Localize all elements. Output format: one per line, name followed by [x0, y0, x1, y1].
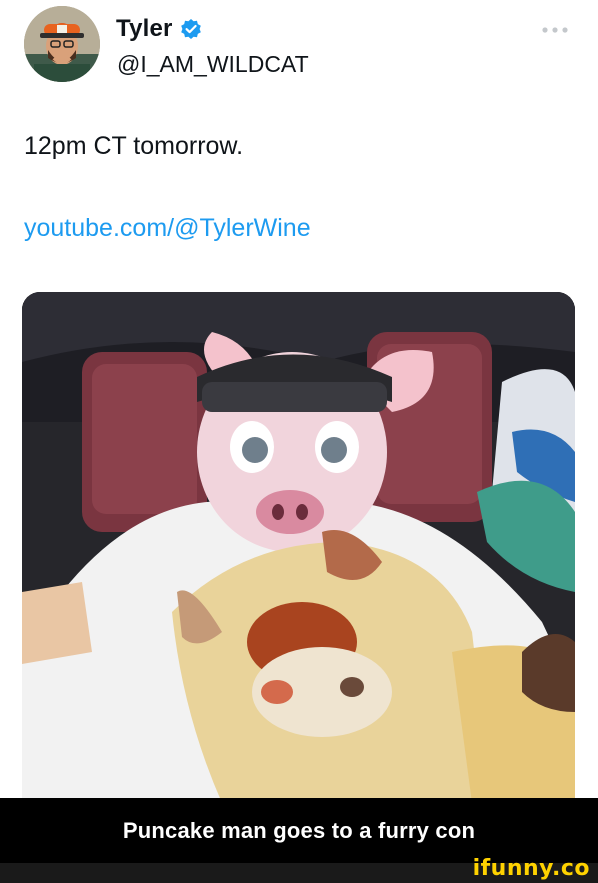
verified-badge-icon	[180, 18, 202, 40]
ifunny-watermark: ifunny.co	[472, 856, 590, 881]
meme-caption-bar: Puncake man goes to a furry con	[0, 798, 598, 863]
user-handle[interactable]: @I_AM_WILDCAT	[117, 51, 309, 78]
furry-costume-photo	[22, 292, 575, 803]
tweet-text: 12pm CT tomorrow.	[24, 132, 244, 160]
tweet-media-photo[interactable]	[22, 292, 575, 803]
tweet-link[interactable]: youtube.com/@TylerWine	[24, 214, 311, 243]
name-row: Tyler	[116, 14, 202, 44]
meme-page: Tyler @I_AM_WILDCAT 12pm CT tomorrow. yo…	[0, 0, 598, 883]
more-options-icon[interactable]	[540, 22, 570, 33]
avatar[interactable]	[24, 6, 100, 82]
display-name[interactable]: Tyler	[116, 15, 173, 43]
tweet-header: Tyler @I_AM_WILDCAT	[24, 6, 574, 86]
meme-caption: Puncake man goes to a furry con	[122, 817, 476, 843]
avatar-image	[24, 6, 100, 82]
